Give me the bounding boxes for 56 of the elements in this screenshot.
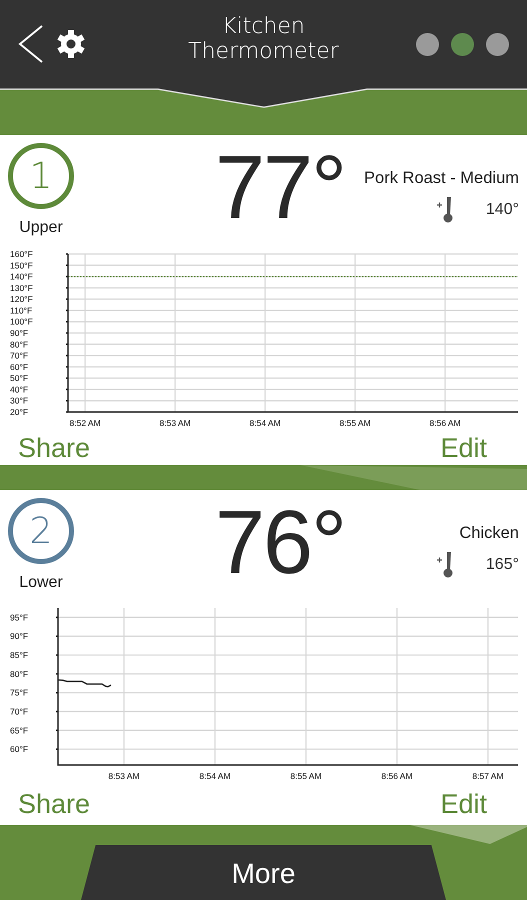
edit-link[interactable]: Edit	[440, 789, 487, 820]
axis-label: 140°F	[10, 272, 33, 282]
page-dot[interactable]	[451, 32, 474, 56]
page-dot[interactable]	[486, 32, 509, 56]
axis-label: 110°F	[10, 305, 32, 316]
edit-link[interactable]: Edit	[440, 433, 487, 464]
current-temperature: 76°	[214, 498, 346, 595]
temperature-line	[58, 679, 112, 688]
axis-label: 8:54 AM	[250, 418, 281, 428]
axis-label: 95°F	[10, 612, 28, 622]
axis-label: 130°F	[10, 282, 33, 293]
axis-label: 20°F	[10, 407, 28, 417]
axis-label: 8:53 AM	[108, 771, 140, 781]
axis-label: 70°F	[10, 350, 28, 361]
axis-label: 70°F	[10, 706, 28, 717]
axis-label: 160°F	[10, 249, 33, 259]
target-temperature: 165°	[486, 556, 519, 574]
settings-icon[interactable]	[56, 29, 86, 59]
page-dot[interactable]	[416, 32, 439, 56]
axis-label: 8:56 AM	[430, 418, 461, 428]
probe-badge: 2	[8, 498, 74, 564]
axis-label: 8:57 AM	[472, 771, 504, 781]
axis-label: 60°F	[10, 744, 28, 754]
app-title: Thermometer	[188, 39, 339, 64]
axis-label: 8:54 AM	[199, 771, 231, 781]
probe-badge: 1	[8, 143, 74, 209]
axis-label: 100°F	[10, 316, 33, 327]
share-link[interactable]: Share	[18, 433, 90, 464]
axis-label: 8:55 AM	[340, 418, 371, 428]
axis-label: 150°F	[10, 260, 33, 270]
axis-label: 8:52 AM	[70, 418, 101, 428]
more-button[interactable]: More	[81, 845, 446, 900]
axis-label: 8:55 AM	[290, 771, 322, 781]
axis-label: 75°F	[10, 688, 28, 698]
probe-name: Lower	[19, 574, 63, 592]
axis-label: 8:56 AM	[381, 771, 413, 781]
axis-label: 30°F	[10, 396, 28, 406]
axis-label: 80°F	[10, 339, 28, 350]
axis-label: 80°F	[10, 668, 28, 679]
axis-label: 60°F	[10, 362, 28, 372]
back-icon[interactable]	[18, 25, 44, 63]
probe-name: Upper	[19, 219, 63, 237]
axis-label: 90°F	[10, 631, 28, 642]
axis-label: 40°F	[10, 384, 28, 394]
food-name: Chicken	[459, 524, 519, 543]
axis-label: 65°F	[10, 725, 28, 736]
axis-label: 50°F	[10, 373, 28, 384]
target-temperature: 140°	[486, 201, 519, 219]
app-title: Kitchen	[222, 14, 305, 39]
current-temperature: 77°	[214, 143, 346, 240]
axis-label: 85°F	[10, 650, 28, 660]
axis-label: 90°F	[10, 328, 28, 338]
food-name: Pork Roast - Medium	[364, 169, 519, 188]
axis-label: 8:53 AM	[160, 418, 191, 428]
share-link[interactable]: Share	[18, 789, 90, 820]
axis-label: 120°F	[10, 294, 33, 304]
